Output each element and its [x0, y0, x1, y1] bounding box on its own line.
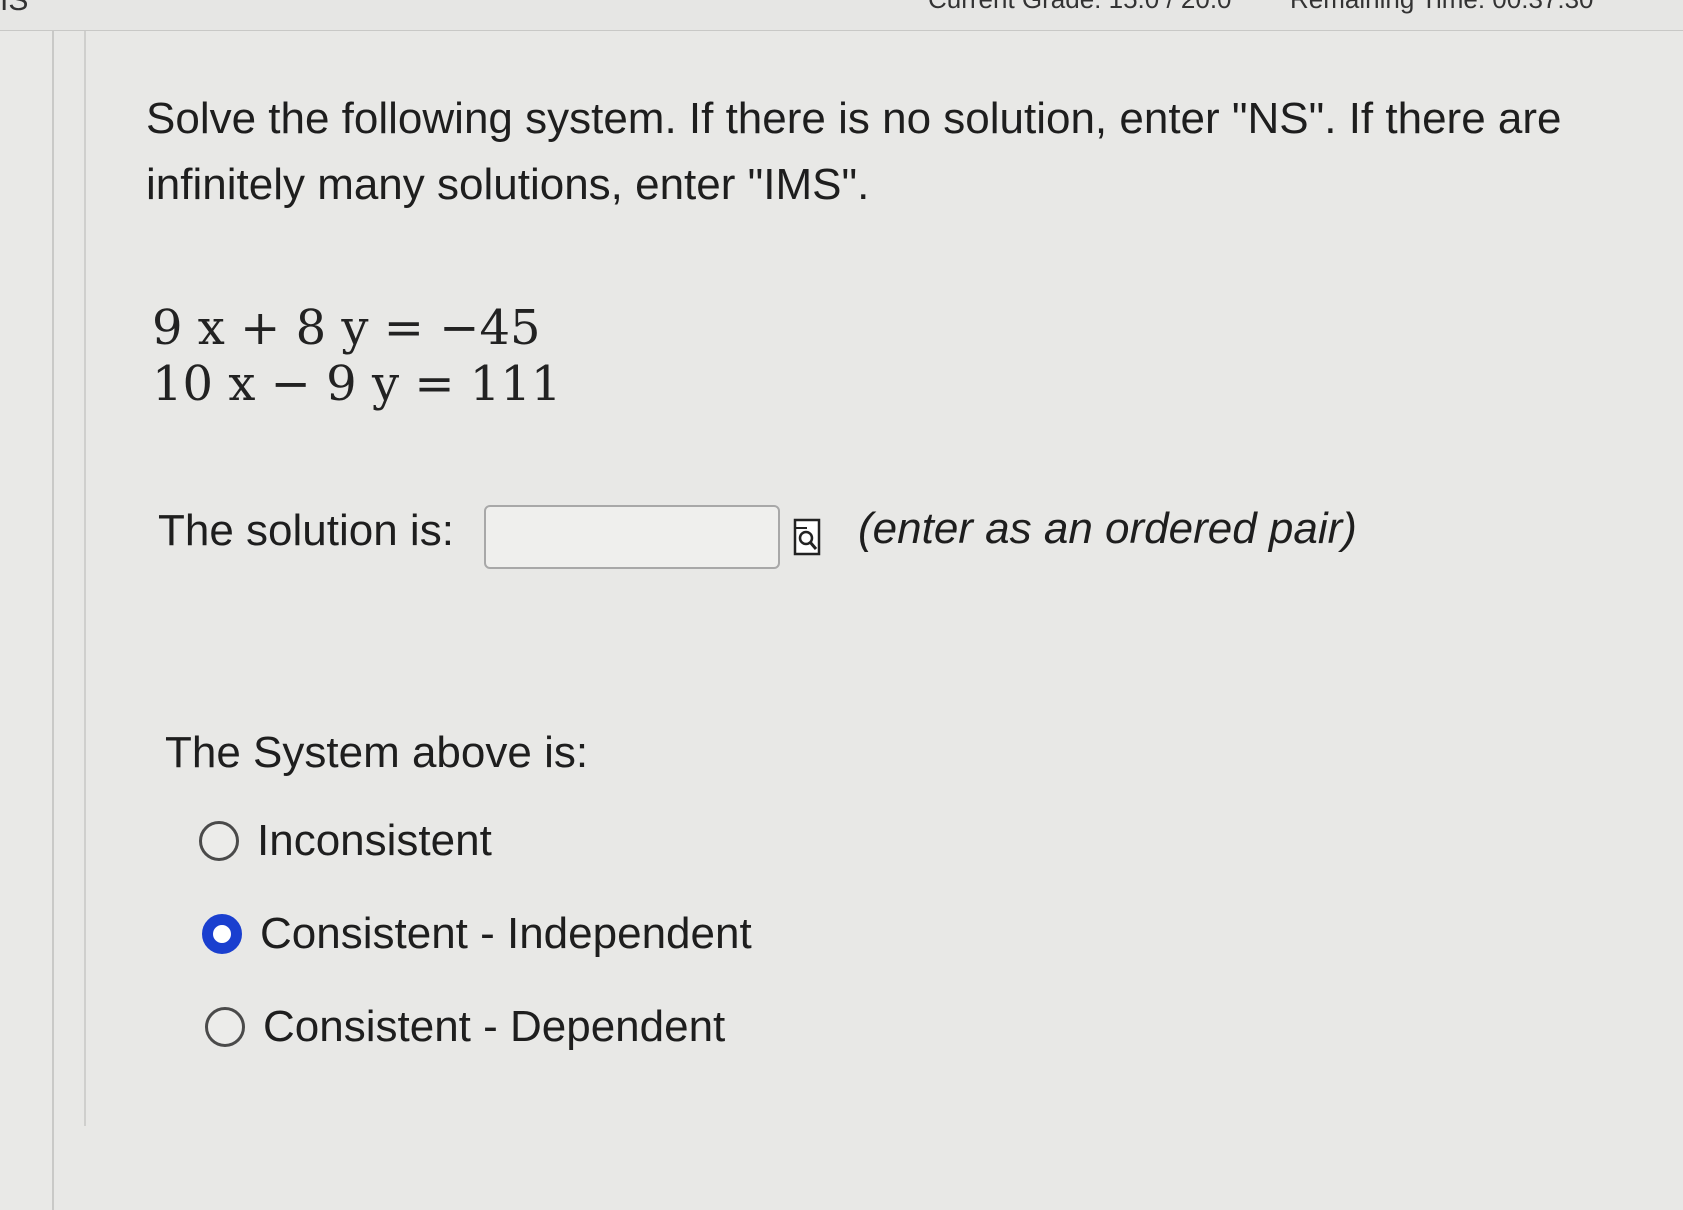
remaining-time-text: Remaining Time: 00:37:30 — [1290, 0, 1594, 15]
option-inconsistent[interactable]: Inconsistent — [199, 816, 492, 866]
topbar-left-text: IS — [0, 0, 29, 17]
current-grade-text: Current Grade: 15.0 / 20.0 — [928, 0, 1232, 15]
option-label: Consistent - Dependent — [263, 1002, 726, 1051]
solution-label: The solution is: — [158, 506, 454, 555]
equation-1: 9 x + 8 y = −45 — [152, 300, 541, 356]
option-consistent-independent[interactable]: Consistent - Independent — [202, 909, 752, 959]
question-prompt: Solve the following system. If there is … — [146, 94, 1562, 209]
solution-input[interactable] — [484, 505, 780, 569]
preview-document-icon[interactable] — [793, 518, 821, 556]
top-status-bar: IS Current Grade: 15.0 / 20.0 Remaining … — [0, 0, 1683, 30]
radio-consistent-independent[interactable] — [202, 914, 242, 954]
radio-consistent-dependent[interactable] — [205, 1007, 245, 1047]
left-sidebar — [0, 31, 54, 1210]
option-consistent-dependent[interactable]: Consistent - Dependent — [205, 1002, 725, 1052]
option-label: Consistent - Independent — [260, 909, 752, 958]
ordered-pair-hint: (enter as an ordered pair) — [858, 504, 1357, 553]
radio-inconsistent[interactable] — [199, 821, 239, 861]
panel-divider — [84, 31, 86, 1126]
option-label: Inconsistent — [257, 816, 492, 865]
equation-system: 9 x + 8 y = −45 10 x − 9 y = 111 — [152, 300, 561, 412]
system-type-label: The System above is: — [165, 728, 589, 777]
equation-2: 10 x − 9 y = 111 — [152, 356, 562, 412]
